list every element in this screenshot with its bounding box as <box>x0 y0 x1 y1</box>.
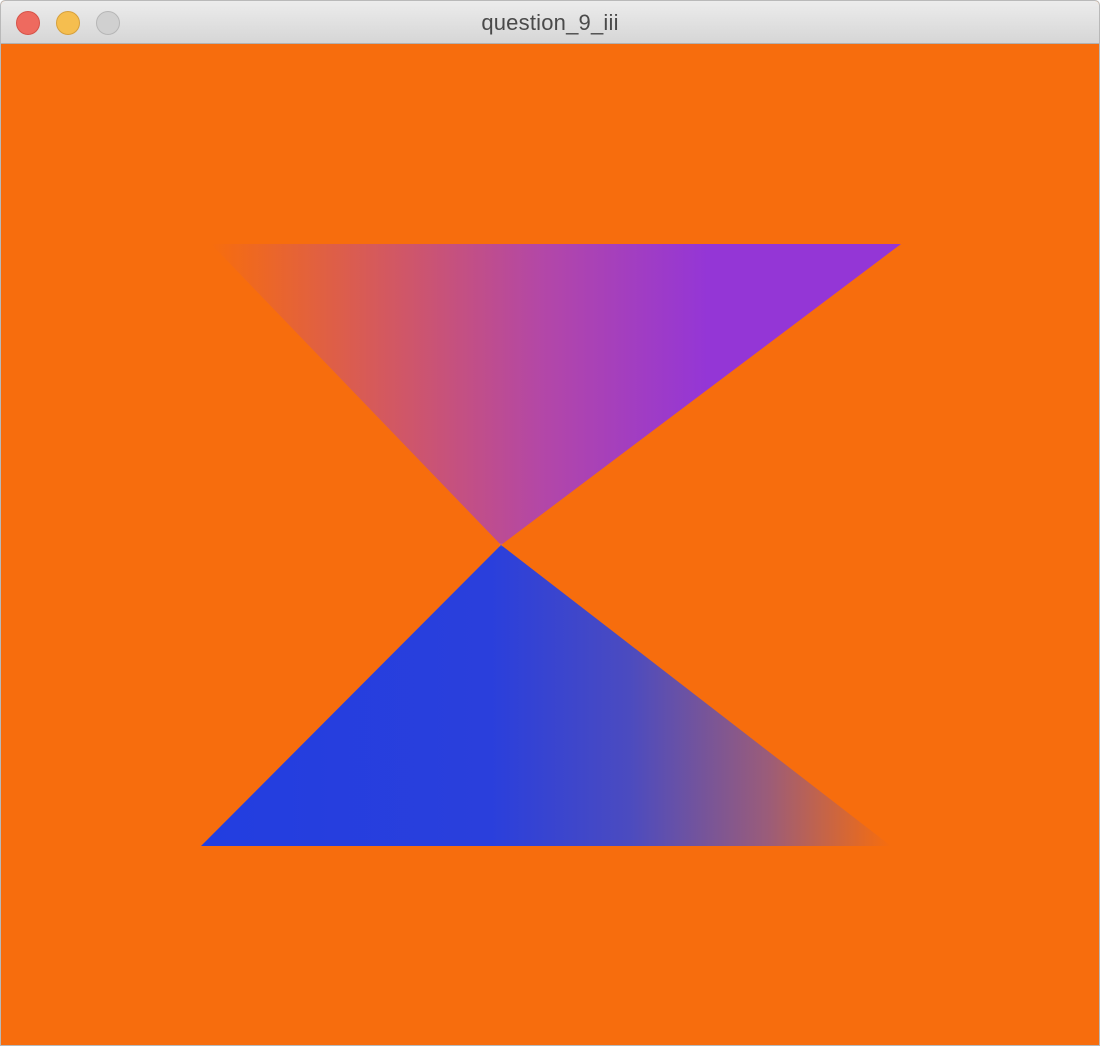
title-bar[interactable]: question_9_iii <box>1 1 1099 44</box>
lower-triangle <box>201 545 891 846</box>
intersection-point <box>499 543 503 547</box>
app-window: question_9_iii <box>0 0 1100 1046</box>
graphics-surface <box>201 244 901 846</box>
window-title: question_9_iii <box>481 10 619 35</box>
render-canvas <box>1 44 1099 1045</box>
upper-triangle <box>211 244 901 545</box>
